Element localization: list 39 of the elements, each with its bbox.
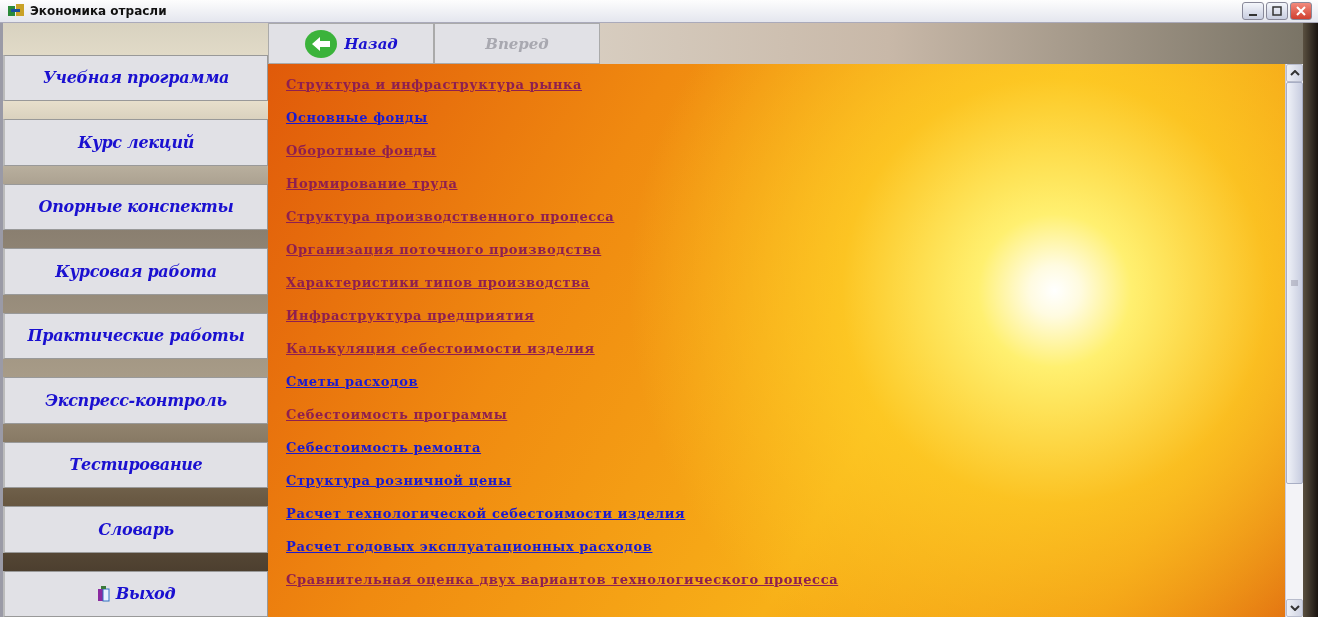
app-icon <box>8 4 24 18</box>
topic-link[interactable]: Структура и инфраструктура рынка <box>286 74 582 95</box>
topic-link[interactable]: Характеристики типов производства <box>286 272 590 293</box>
sidebar-button[interactable]: Экспресс-контроль <box>3 377 268 424</box>
topic-link[interactable]: Сравнительная оценка двух вариантов технологического процесса <box>286 569 839 590</box>
minimize-button[interactable] <box>1242 2 1264 20</box>
close-icon <box>1296 6 1306 16</box>
sidebar-button[interactable]: Учебная программа <box>3 54 268 102</box>
minimize-icon <box>1249 14 1257 16</box>
vertical-scrollbar[interactable] <box>1285 64 1303 617</box>
topic-link[interactable]: Калькуляция себестоимости изделия <box>286 338 595 359</box>
door-icon <box>96 585 111 602</box>
topic-link[interactable]: Нормирование труда <box>286 173 458 194</box>
back-button[interactable]: Назад <box>268 23 434 64</box>
topic-link[interactable]: Организация поточного производства <box>286 239 602 260</box>
sidebar-button[interactable]: Практические работы <box>3 312 268 360</box>
topic-link[interactable]: Расчет годовых эксплуатационных расходов <box>286 536 653 557</box>
sidebar-button[interactable]: Курс лекций <box>3 119 268 166</box>
sidebar-button[interactable]: Тестирование <box>3 441 268 489</box>
sidebar-button[interactable]: Опорные конспекты <box>3 183 268 231</box>
maximize-button[interactable] <box>1266 2 1288 20</box>
maximize-icon <box>1272 6 1282 16</box>
topic-link[interactable]: Оборотные фонды <box>286 140 437 161</box>
topic-link[interactable]: Себестоимость ремонта <box>286 437 482 458</box>
sidebar-button[interactable]: Курсовая работа <box>3 248 268 295</box>
grip-icon <box>1291 280 1298 286</box>
topic-link[interactable]: Себестоимость программы <box>286 404 508 425</box>
topic-link[interactable]: Основные фонды <box>286 107 428 128</box>
topic-link[interactable]: Структура розничной цены <box>286 470 512 491</box>
up-caret-icon[interactable] <box>1289 70 1300 76</box>
sidebar-button[interactable]: Словарь <box>3 506 268 553</box>
window-title: Экономика отрасли <box>30 4 167 18</box>
topic-link[interactable]: Инфраструктура предприятия <box>286 305 535 326</box>
topic-link[interactable]: Расчет технологической себестоимости изделия <box>286 503 686 524</box>
topic-link[interactable]: Сметы расходов <box>286 371 419 392</box>
down-caret-icon[interactable] <box>1289 605 1300 611</box>
topic-link[interactable]: Структура производственного процесса <box>286 206 615 227</box>
sidebar-button[interactable]: Выход <box>3 570 268 617</box>
close-button[interactable] <box>1290 2 1312 20</box>
